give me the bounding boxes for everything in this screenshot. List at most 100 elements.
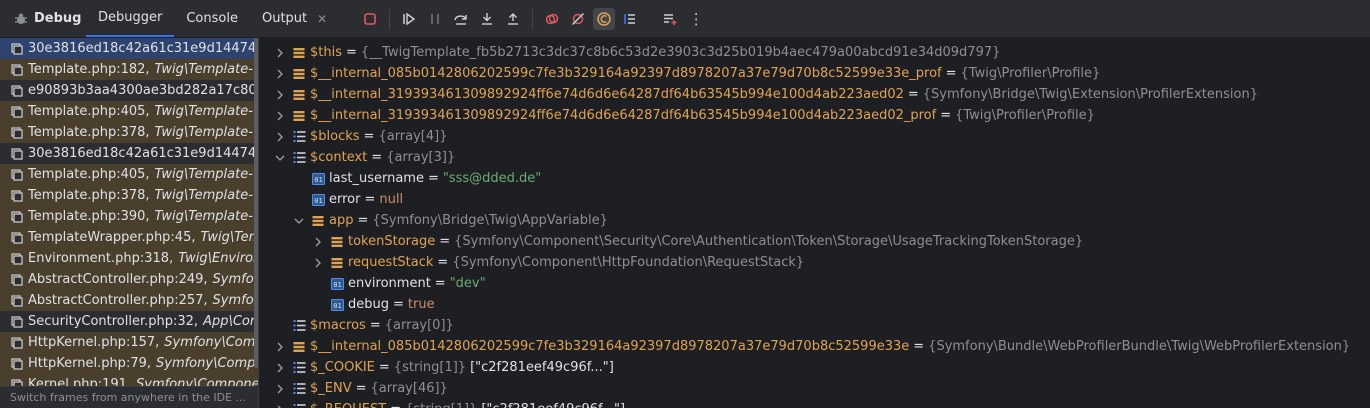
frame-class: Twig\Temp (200, 230, 258, 245)
variable-row[interactable]: $__internal_085b0142806202599c7fe3b32916… (259, 63, 1370, 84)
frames-hint: Switch frames from anywhere in the IDE .… (0, 386, 258, 408)
chevron-right-icon[interactable] (273, 384, 287, 394)
variable-row[interactable]: $blocks = {array[4]} (259, 126, 1370, 147)
variable-name: $_ENV (310, 381, 352, 396)
frame-item[interactable]: Template.php:182, Twig\Template->d (0, 59, 258, 80)
frame-item[interactable]: Template.php:390, Twig\Template-> (0, 206, 258, 227)
variable-type: {Symfony\Bridge\Twig\AppVariable} (372, 213, 608, 228)
frame-item[interactable]: TemplateWrapper.php:45, Twig\Temp (0, 227, 258, 248)
frame-item[interactable]: AbstractController.php:249, Symfony (0, 269, 258, 290)
resume-button[interactable] (398, 8, 420, 30)
frame-item[interactable]: 30e3816ed18c42a61c31e9d14474ee4 (0, 38, 258, 59)
variable-row[interactable]: tokenStorage = {Symfony\Component\Security… (259, 231, 1370, 252)
tab-debugger[interactable]: Debugger (86, 0, 175, 37)
equals-sign: = (437, 255, 449, 270)
frame-item[interactable]: HttpKernel.php:157, Symfony\Compo (0, 332, 258, 353)
chevron-right-icon[interactable] (311, 237, 325, 247)
frame-item[interactable]: AbstractController.php:257, Symfony (0, 290, 258, 311)
frame-file: Template.php:405, (28, 167, 150, 182)
variable-row[interactable]: 01 last_username = "sss@dded.de" (259, 168, 1370, 189)
variable-row[interactable]: $__internal_085b0142806202599c7fe3b32916… (259, 336, 1370, 357)
frame-item[interactable]: Template.php:405, Twig\Template-> (0, 164, 258, 185)
listen-connections-button[interactable] (619, 8, 641, 30)
variable-row[interactable]: $context = {array[3]} (259, 147, 1370, 168)
frame-file: HttpKernel.php:79, (28, 356, 151, 371)
variable-row[interactable]: 01 environment = "dev" (259, 273, 1370, 294)
variable-name: $_REQUEST (310, 402, 386, 408)
frame-item[interactable]: 30e3816ed18c42a61c31e9d14474ee4 (0, 143, 258, 164)
variable-icon (292, 340, 306, 354)
variable-row[interactable]: $__internal_319393461309892924ff6e74d6d6… (259, 84, 1370, 105)
chevron-right-icon[interactable] (273, 342, 287, 352)
frame-item[interactable]: SecurityController.php:32, App\Cont (0, 311, 258, 332)
variable-row[interactable]: app = {Symfony\Bridge\Twig\AppVariable} (259, 210, 1370, 231)
more-options-button[interactable]: ⋮ (685, 8, 707, 30)
frame-item[interactable]: Template.php:405, Twig\Template-> (0, 101, 258, 122)
variable-name: $blocks (310, 129, 360, 144)
debug-toolbar: Debug Debugger Console Output ✕ ⋮ (0, 0, 1370, 38)
equals-sign: = (378, 360, 390, 375)
step-into-button[interactable] (476, 8, 498, 30)
view-breakpoints-button[interactable] (541, 8, 563, 30)
equals-sign: = (439, 234, 451, 249)
frame-item[interactable]: Environment.php:318, Twig\Environm (0, 248, 258, 269)
frame-class: Twig\Template-> (154, 167, 258, 182)
equals-sign: = (393, 297, 404, 312)
tab-console[interactable]: Console (174, 0, 250, 37)
add-watch-button[interactable] (659, 8, 681, 30)
variable-row[interactable]: 01 debug = true (259, 294, 1370, 315)
debug-title: Debug (0, 11, 86, 26)
equals-sign: = (355, 381, 367, 396)
chevron-right-icon[interactable] (273, 363, 287, 373)
variable-row[interactable]: $_ENV = {array[46]} (259, 378, 1370, 399)
chevron-right-icon[interactable] (273, 132, 287, 142)
variable-row[interactable]: 01 error = null (259, 189, 1370, 210)
add-list-icon (664, 13, 677, 25)
step-out-icon (508, 12, 519, 25)
variable-row[interactable]: $macros = {array[0]} (259, 315, 1370, 336)
chevron-right-icon[interactable] (311, 258, 325, 268)
stop-icon (364, 12, 377, 25)
pause-button[interactable] (424, 8, 446, 30)
chevron-right-icon[interactable] (273, 405, 287, 408)
frame-icon (11, 84, 23, 97)
frame-icon (11, 105, 23, 118)
frame-class: Symfony (212, 293, 258, 308)
variable-type: {Symfony\Component\HttpFoundation\Reques… (452, 255, 805, 270)
variable-row[interactable]: $_REQUEST = {string[1]} ["c2f281eef49c96f..… (259, 399, 1370, 408)
variable-row[interactable]: $__internal_319393461309892924ff6e74d6d6… (259, 105, 1370, 126)
step-over-button[interactable] (450, 8, 472, 30)
variables-panel: $this = {__TwigTemplate_fb5b2713c3dc37c8b6… (259, 38, 1370, 408)
frame-icon (11, 315, 23, 328)
chevron-right-icon[interactable] (273, 90, 287, 100)
variable-row[interactable]: $this = {__TwigTemplate_fb5b2713c3dc37c8b6… (259, 42, 1370, 63)
step-out-button[interactable] (502, 8, 524, 30)
frame-item[interactable]: Template.php:378, Twig\Template-> (0, 185, 258, 206)
stop-button[interactable] (359, 8, 381, 30)
frame-item[interactable]: Template.php:378, Twig\Template-> (0, 122, 258, 143)
variable-type: {string[1]} (405, 402, 477, 408)
bug-icon (15, 13, 27, 24)
variable-value: true (407, 297, 435, 312)
variable-icon (292, 361, 306, 375)
chevron-right-icon[interactable] (273, 111, 287, 121)
chevron-down-icon[interactable] (273, 154, 287, 162)
mute-breakpoints-button[interactable] (567, 8, 589, 30)
frame-item[interactable]: e90893b3aa4300ae3bd282a17c8024 (0, 80, 258, 101)
break-at-first-line-button[interactable] (593, 7, 616, 30)
frames-scrollbar[interactable] (254, 38, 258, 368)
frame-file: SecurityController.php:32, (28, 314, 199, 329)
frame-item[interactable]: HttpKernel.php:79, Symfony\Compon (0, 353, 258, 374)
variable-name: environment (348, 276, 431, 291)
chevron-right-icon[interactable] (273, 69, 287, 79)
frame-class: Twig\Template-> (154, 125, 258, 140)
chevron-down-icon[interactable] (292, 217, 306, 225)
variable-row[interactable]: requestStack = {Symfony\Component\HttpFoun… (259, 252, 1370, 273)
close-icon[interactable]: ✕ (317, 12, 327, 26)
step-over-icon (454, 14, 467, 25)
equals-sign: = (434, 276, 446, 291)
tab-output[interactable]: Output ✕ (250, 0, 339, 37)
chevron-right-icon[interactable] (273, 48, 287, 58)
variable-row[interactable]: $_COOKIE = {string[1]} ["c2f281eef49c96f...… (259, 357, 1370, 378)
field-icon (293, 110, 305, 121)
